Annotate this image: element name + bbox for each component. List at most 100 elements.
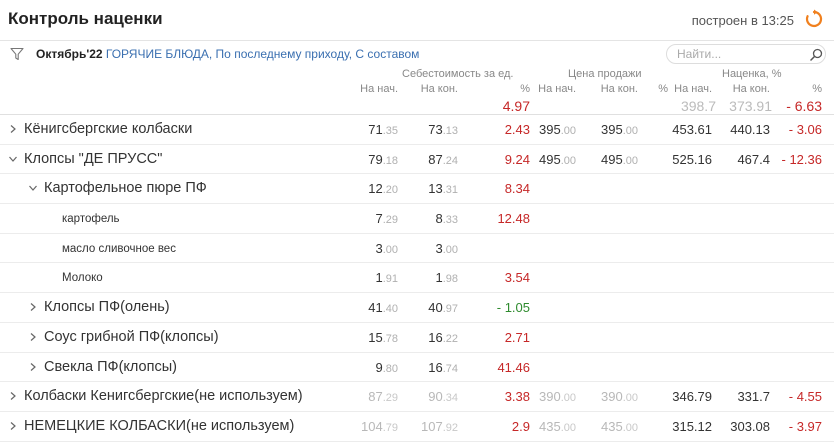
cell-cost-pct: 12.48 (497, 211, 530, 227)
group-cost: Себестоимость за ед. (402, 68, 514, 80)
col-markup-start[interactable]: На нач. (672, 83, 712, 95)
row-name[interactable]: масло сливочное вес (62, 243, 176, 255)
col-price-end[interactable]: На кон. (590, 83, 638, 95)
cell-cost-start: 15.78 (368, 329, 398, 345)
cell-cost-pct: 2.71 (504, 329, 530, 345)
cell-price-end: 435.00 (601, 418, 638, 434)
row-name-text: Свекла ПФ(клопсы) (44, 358, 177, 375)
table-row[interactable]: Свекла ПФ(клопсы) 9.80 16.74 41.46 (0, 353, 834, 383)
chevron-down-icon[interactable] (28, 183, 38, 193)
row-name-text: Соус грибной ПФ(клопсы) (44, 328, 219, 345)
column-sub-header: На нач. На кон. % На нач. На кон. % На н… (0, 82, 834, 97)
table-row[interactable]: Картофельное пюре ПФ 12.20 13.31 8.34 (0, 174, 834, 205)
cell-cost-start: 9.80 (375, 359, 398, 375)
row-name[interactable]: Молоко (62, 272, 103, 284)
row-name-text: Клопсы ПФ(олень) (44, 299, 170, 316)
cell-price-end: 390.00 (601, 389, 638, 405)
row-name[interactable]: Картофельное пюре ПФ (28, 180, 207, 196)
cell-cost-end: 40.97 (428, 300, 458, 316)
cell-markup-pct: - 3.97 (788, 418, 822, 434)
cell-cost-start: 79.18 (368, 151, 398, 167)
table-row[interactable]: Кёнигсбергские колбаски 71.35 73.13 395.00 3… (0, 115, 834, 145)
cell-cost-end: 90.34 (428, 389, 458, 405)
table-row[interactable]: картофель 7.29 8.33 12.48 (0, 204, 834, 234)
table-row[interactable]: НЕМЕЦКИЕ КОЛБАСКИ(не используем) 104.79 10… (0, 412, 834, 442)
table-row[interactable]: Колбаски Кенигсбергские(не используем) 87… (0, 382, 834, 412)
row-name[interactable]: Колбаски Кенигсбергские(не используем) (8, 388, 303, 404)
refresh-icon[interactable] (804, 9, 824, 29)
table-row[interactable]: Клопсы "ДЕ ПРУСС" 79.18 87.24 495.00 495.00 9… (0, 145, 834, 175)
chevron-right-icon[interactable] (28, 302, 38, 312)
built-time: построен в 13:25 (691, 13, 794, 28)
row-name-text: Картофельное пюре ПФ (44, 180, 207, 197)
table-row[interactable]: масло сливочное вес 3.00 3.00 (0, 234, 834, 264)
row-name[interactable]: Клопсы ПФ(олень) (28, 299, 170, 315)
cell-markup-start: 525.16 (672, 151, 712, 167)
cell-cost-end: 107.92 (421, 418, 458, 434)
cell-cost-start: 12.20 (368, 181, 398, 197)
row-name[interactable]: картофель (62, 213, 120, 225)
col-markup-end[interactable]: На кон. (724, 83, 770, 95)
data-table: Кёнигсбергские колбаски 71.35 73.13 395.00 3… (0, 115, 834, 442)
chevron-right-icon[interactable] (28, 362, 38, 372)
chevron-right-icon[interactable] (8, 421, 18, 431)
row-name[interactable]: Соус грибной ПФ(клопсы) (28, 329, 219, 345)
cell-cost-end: 13.31 (428, 181, 458, 197)
filter-bar: Октябрь'22 ГОРЯЧИЕ БЛЮДА, По последнему … (0, 41, 834, 67)
cell-cost-end: 1.98 (435, 270, 458, 286)
row-name-text: Молоко (62, 272, 103, 285)
cell-cost-pct: 9.24 (504, 151, 530, 167)
cell-cost-start: 1.91 (375, 270, 398, 286)
row-name[interactable]: Свекла ПФ(клопсы) (28, 359, 177, 375)
row-name-text: Клопсы "ДЕ ПРУСС" (24, 150, 163, 167)
filter-summary[interactable]: Октябрь'22 ГОРЯЧИЕ БЛЮДА, По последнему … (36, 47, 419, 61)
cell-cost-end: 8.33 (435, 211, 458, 227)
cell-cost-pct: 2.43 (504, 122, 530, 137)
funnel-icon[interactable] (10, 47, 24, 61)
col-cost-start[interactable]: На нач. (350, 83, 398, 95)
cell-markup-pct: - 3.06 (788, 122, 822, 137)
table-row[interactable]: Молоко 1.91 1.98 3.54 (0, 263, 834, 294)
search-input[interactable] (666, 44, 826, 64)
table-row[interactable]: Соус грибной ПФ(клопсы) 15.78 16.22 2.71 (0, 323, 834, 353)
cell-cost-end: 16.74 (428, 359, 458, 375)
col-price-pct[interactable]: % (640, 83, 668, 95)
chevron-right-icon[interactable] (8, 124, 18, 134)
total-markup-start: 398.7 (680, 98, 716, 114)
cell-cost-start: 3.00 (375, 240, 398, 256)
cell-markup-end: 303.08 (730, 418, 770, 434)
filter-details: ГОРЯЧИЕ БЛЮДА, По последнему приходу, С … (105, 47, 420, 61)
chevron-right-icon[interactable] (28, 332, 38, 342)
cell-markup-end: 440.13 (730, 122, 770, 137)
cell-cost-pct: - 1.05 (496, 300, 530, 316)
cell-cost-start: 104.79 (361, 418, 398, 434)
search-icon[interactable] (810, 48, 823, 61)
cell-markup-end: 331.7 (737, 389, 770, 405)
row-name-text: картофель (62, 213, 120, 226)
col-cost-end[interactable]: На кон. (418, 83, 458, 95)
row-name-text: НЕМЕЦКИЕ КОЛБАСКИ(не используем) (24, 417, 295, 434)
row-name-text: масло сливочное вес (62, 242, 176, 255)
table-row[interactable]: Клопсы ПФ(олень) 41.40 40.97 - 1.05 (0, 293, 834, 323)
cell-price-start: 495.00 (539, 151, 576, 167)
cell-cost-start: 7.29 (375, 211, 398, 227)
cell-markup-pct: - 4.55 (788, 389, 822, 405)
chevron-down-icon[interactable] (8, 154, 18, 164)
page-title: Контроль наценки (8, 9, 163, 28)
row-name[interactable]: НЕМЕЦКИЕ КОЛБАСКИ(не используем) (8, 418, 294, 434)
total-markup-pct: - 6.63 (786, 98, 822, 114)
cell-price-start: 395.00 (539, 122, 576, 137)
row-name[interactable]: Кёнигсбергские колбаски (8, 121, 192, 137)
cell-price-start: 435.00 (539, 418, 576, 434)
row-name-text: Колбаски Кенигсбергские(не используем) (24, 388, 303, 405)
chevron-right-icon[interactable] (8, 391, 18, 401)
cell-cost-end: 16.22 (428, 329, 458, 345)
column-group-header: Себестоимость за ед. Цена продажи Наценк… (0, 67, 834, 82)
cell-markup-start: 315.12 (672, 418, 712, 434)
col-markup-pct[interactable]: % (790, 83, 822, 95)
col-cost-pct[interactable]: % (480, 83, 530, 95)
col-price-start[interactable]: На нач. (532, 83, 576, 95)
row-name[interactable]: Клопсы "ДЕ ПРУСС" (8, 151, 162, 167)
cell-cost-end: 3.00 (435, 240, 458, 256)
row-name-text: Кёнигсбергские колбаски (24, 121, 193, 137)
